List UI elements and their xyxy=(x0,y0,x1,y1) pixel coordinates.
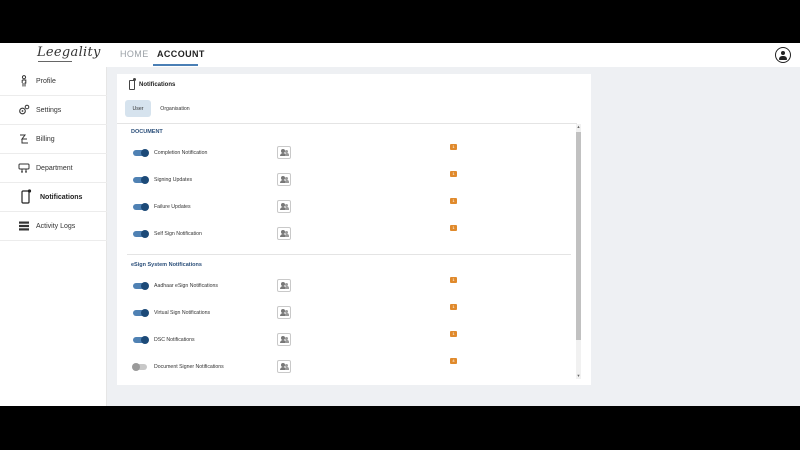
recipients-button[interactable]: 1 xyxy=(277,277,457,292)
notification-label: Self Sign Notification xyxy=(154,231,202,237)
scrollbar-thumb[interactable] xyxy=(576,132,581,340)
sidebar: Profile Settings Billing Department Noti… xyxy=(0,67,107,406)
notification-row: Completion Notification 1 xyxy=(117,144,577,163)
recipient-count-badge: 1 xyxy=(450,198,457,204)
notification-label: Completion Notification xyxy=(154,150,208,156)
recipient-count-badge: 1 xyxy=(450,144,457,150)
sidebar-item-label: Activity Logs xyxy=(36,222,76,230)
notification-label: Document Signer Notifications xyxy=(154,364,224,370)
app-window: Leegality HOME ACCOUNT Profile Settings xyxy=(0,43,800,406)
toggle-switch[interactable] xyxy=(133,203,149,211)
recipients-button[interactable]: 1 xyxy=(277,171,457,186)
recipient-count-badge: 1 xyxy=(450,304,457,310)
scroll-up-arrow-icon[interactable]: ▲ xyxy=(576,125,581,129)
sidebar-item-label: Profile xyxy=(36,77,56,85)
tabs-divider xyxy=(117,123,577,124)
notification-row: DSC Notifications 1 xyxy=(117,331,577,350)
active-tab-indicator xyxy=(153,64,198,66)
person-icon xyxy=(21,75,27,87)
sidebar-item-label: Notifications xyxy=(40,193,83,201)
recipients-button[interactable]: 1 xyxy=(277,331,457,346)
sidebar-item-notifications[interactable]: Notifications xyxy=(0,183,107,212)
notification-label: Aadhaar eSign Notifications xyxy=(154,283,219,289)
brand-logo[interactable]: Leegality xyxy=(37,45,101,60)
tab-organisation[interactable]: Organisation xyxy=(155,100,195,117)
recipient-count-badge: 4 xyxy=(450,358,457,364)
section-heading-esign: eSign System Notifications xyxy=(131,262,202,268)
logo-underline xyxy=(38,61,72,62)
notification-label: Virtual Sign Notifications xyxy=(154,310,211,316)
phone-notification-icon xyxy=(129,78,136,90)
recipients-button[interactable]: 1 xyxy=(277,304,457,319)
notification-row: Virtual Sign Notifications 1 xyxy=(117,304,577,323)
recipients-button[interactable]: 4 xyxy=(277,358,457,373)
tab-home[interactable]: HOME xyxy=(120,49,149,59)
billing-icon xyxy=(20,134,28,144)
recipients-button[interactable]: 1 xyxy=(277,225,457,240)
sidebar-item-activity-logs[interactable]: Activity Logs xyxy=(0,212,107,241)
toggle-switch[interactable] xyxy=(133,230,149,238)
notification-row: Failure Updates 1 xyxy=(117,198,577,217)
account-circle-icon[interactable] xyxy=(775,47,791,63)
toggle-switch[interactable] xyxy=(133,176,149,184)
panel-title: Notifications xyxy=(139,82,176,88)
notifications-panel: Notifications User Organisation DOCUMENT… xyxy=(117,74,591,385)
tab-account[interactable]: ACCOUNT xyxy=(157,49,205,59)
section-divider xyxy=(127,254,571,255)
scroll-down-arrow-icon[interactable]: ▼ xyxy=(576,374,581,378)
sidebar-item-profile[interactable]: Profile xyxy=(0,67,107,96)
top-navbar: Leegality HOME ACCOUNT xyxy=(0,43,800,67)
sidebar-item-label: Department xyxy=(36,164,73,172)
recipient-count-badge: 1 xyxy=(450,171,457,177)
recipient-count-badge: 1 xyxy=(450,331,457,337)
section-heading-document: DOCUMENT xyxy=(131,129,163,135)
toggle-switch[interactable] xyxy=(132,363,147,371)
sidebar-item-department[interactable]: Department xyxy=(0,154,107,183)
sidebar-item-billing[interactable]: Billing xyxy=(0,125,107,154)
notification-row: Self Sign Notification 1 xyxy=(117,225,577,244)
notification-row: Document Signer Notifications 4 xyxy=(117,358,577,377)
notification-label: Signing Updates xyxy=(154,177,193,183)
toggle-switch[interactable] xyxy=(133,309,149,317)
sidebar-item-label: Settings xyxy=(36,106,62,114)
panel-scrollbar[interactable]: ▲ ▼ xyxy=(576,124,581,379)
gears-icon xyxy=(19,104,30,115)
toggle-switch[interactable] xyxy=(133,336,149,344)
department-icon xyxy=(18,163,30,173)
sidebar-item-label: Billing xyxy=(36,135,55,143)
notification-row: Signing Updates 1 xyxy=(117,171,577,190)
notification-label: DSC Notifications xyxy=(154,337,195,343)
recipients-button[interactable]: 1 xyxy=(277,144,457,159)
recipient-count-badge: 1 xyxy=(450,277,457,283)
recipients-button[interactable]: 1 xyxy=(277,198,457,213)
recipient-count-badge: 1 xyxy=(450,225,457,231)
phone-notification-icon xyxy=(21,189,32,204)
toggle-switch[interactable] xyxy=(133,282,149,290)
toggle-switch[interactable] xyxy=(133,149,149,157)
notification-row: Aadhaar eSign Notifications 1 xyxy=(117,277,577,296)
notification-label: Failure Updates xyxy=(154,204,191,210)
sidebar-item-settings[interactable]: Settings xyxy=(0,96,107,125)
logs-icon xyxy=(19,221,29,231)
tab-user[interactable]: User xyxy=(125,100,151,117)
